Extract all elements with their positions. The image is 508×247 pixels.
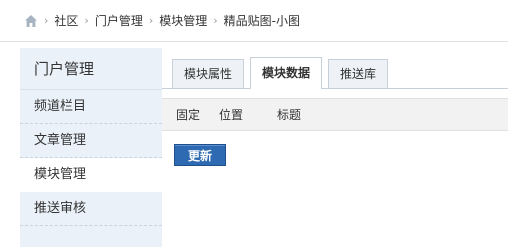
breadcrumb-separator: › xyxy=(148,14,154,27)
column-header-fixed: 固定 xyxy=(176,108,201,122)
sidebar-item-articles[interactable]: 文章管理 xyxy=(20,124,162,158)
sidebar-item-channels[interactable]: 频道栏目 xyxy=(20,90,162,124)
breadcrumb-separator: › xyxy=(44,14,49,27)
breadcrumb: › 社区 › 门户管理 › 模块管理 › 精品贴图-小图 xyxy=(0,0,508,42)
breadcrumb-item-portal-management[interactable]: 门户管理 xyxy=(95,12,143,29)
home-icon[interactable] xyxy=(24,14,38,28)
breadcrumb-separator: › xyxy=(84,14,89,27)
page: › 社区 › 门户管理 › 模块管理 › 精品贴图-小图 门户管理 频道栏目 文… xyxy=(0,0,508,247)
breadcrumb-item-current: 精品贴图-小图 xyxy=(223,14,301,28)
main-content: 模块属性 模块数据 推送库 固定 位置 标题 更新 xyxy=(162,42,508,247)
tab-push-library[interactable]: 推送库 xyxy=(328,59,389,89)
sidebar-title: 门户管理 xyxy=(20,48,162,90)
breadcrumb-item-module-management[interactable]: 模块管理 xyxy=(159,12,207,29)
sidebar: 门户管理 频道栏目 文章管理 模块管理 推送审核 xyxy=(20,48,162,247)
update-button[interactable]: 更新 xyxy=(174,144,226,166)
breadcrumb-separator: › xyxy=(213,14,218,27)
tab-module-properties[interactable]: 模块属性 xyxy=(172,59,245,89)
sidebar-item-modules[interactable]: 模块管理 xyxy=(20,158,162,192)
tab-bar: 模块属性 模块数据 推送库 xyxy=(172,57,394,89)
column-header-position: 位置 xyxy=(219,108,244,122)
sidebar-item-push-review[interactable]: 推送审核 xyxy=(20,192,162,226)
tab-divider xyxy=(162,88,508,89)
tab-module-data[interactable]: 模块数据 xyxy=(250,57,323,89)
breadcrumb-item-community[interactable]: 社区 xyxy=(54,12,78,29)
column-header-title: 标题 xyxy=(277,108,302,122)
table-header: 固定 位置 标题 xyxy=(162,98,508,131)
